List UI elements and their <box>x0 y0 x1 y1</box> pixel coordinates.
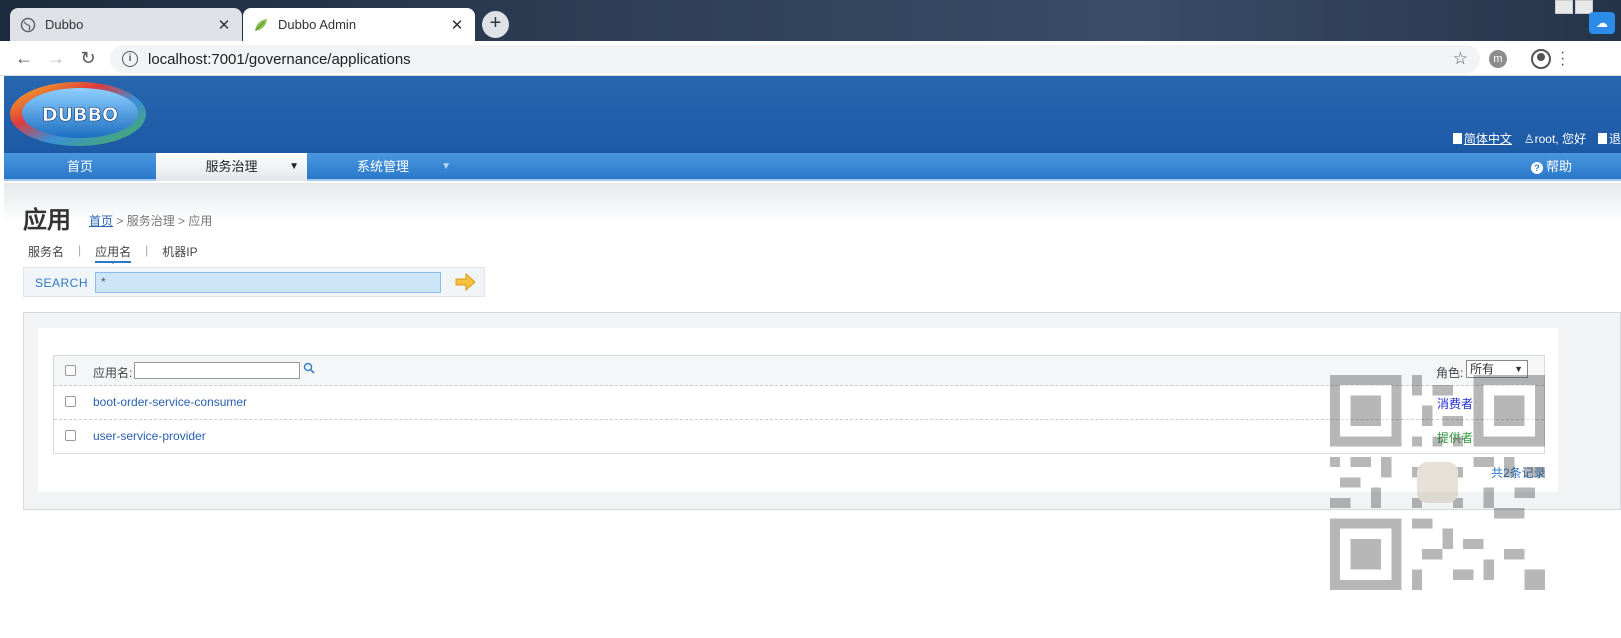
app-link[interactable]: user-service-provider <box>93 429 206 443</box>
browser-tab-dubbo-admin[interactable]: Dubbo Admin ✕ <box>243 8 475 41</box>
app-header: DUBBO 简体中文 ♙root, 您好 退 <box>4 76 1621 153</box>
breadcrumb-rest: > 服务治理 > 应用 <box>113 214 213 228</box>
close-icon[interactable]: ✕ <box>449 16 465 34</box>
table-row: user-service-provider 提供者 <box>54 420 1544 454</box>
nav-system[interactable]: 系统管理 ▼ <box>307 153 459 181</box>
nav-home[interactable]: 首页 <box>4 153 156 181</box>
search-icon[interactable] <box>303 362 315 374</box>
language-link[interactable]: 简体中文 <box>1452 130 1512 147</box>
search-bar: SEARCH * <box>23 267 485 297</box>
help-icon: ? <box>1531 162 1543 174</box>
breadcrumb: 首页 > 服务治理 > 应用 <box>89 212 212 229</box>
tab-app-name[interactable]: 应用名 <box>95 243 132 264</box>
extension-icon[interactable]: m <box>1489 50 1507 68</box>
chevron-down-icon: ▼ <box>289 161 299 172</box>
nav-help[interactable]: ? 帮助 <box>1531 153 1621 181</box>
nav-governance[interactable]: 服务治理 ▼ <box>156 153 307 181</box>
globe-icon <box>20 17 36 33</box>
document-icon <box>1452 133 1462 144</box>
header-links: 简体中文 ♙root, 您好 退 <box>1452 130 1621 147</box>
logout-link[interactable]: 退 <box>1597 130 1621 147</box>
select-all-checkbox[interactable] <box>65 365 76 376</box>
browser-tabstrip: Dubbo ✕ Dubbo Admin ✕ + ☁ <box>0 0 1621 41</box>
user-icon: ♙ <box>1523 132 1535 146</box>
app-name-filter-input[interactable] <box>134 362 300 379</box>
tab-service-name[interactable]: 服务名 <box>28 243 64 263</box>
forward-icon[interactable]: → <box>44 47 68 71</box>
window-controls[interactable] <box>1555 0 1593 14</box>
logout-icon <box>1597 133 1607 144</box>
leaf-icon <box>253 17 269 33</box>
address-bar[interactable]: i localhost:7001/governance/applications… <box>110 45 1480 73</box>
menu-icon[interactable]: · · · <box>1560 45 1566 73</box>
search-input[interactable]: * <box>95 272 441 293</box>
chevron-down-icon: ▼ <box>441 161 451 172</box>
svg-text:DUBBO: DUBBO <box>42 104 118 126</box>
search-type-tabs: 服务名 | 应用名 | 机器IP <box>28 243 198 264</box>
url-text[interactable]: localhost:7001/governance/applications <box>148 51 1453 68</box>
qr-code-overlay <box>1330 375 1545 590</box>
back-icon[interactable]: ← <box>12 47 36 71</box>
tab-title: Dubbo <box>45 17 84 32</box>
row-checkbox[interactable] <box>65 396 76 407</box>
filter-label: 应用名: <box>93 366 133 380</box>
breadcrumb-home[interactable]: 首页 <box>89 214 113 228</box>
arrow-right-icon[interactable] <box>454 272 476 292</box>
browser-tab-dubbo[interactable]: Dubbo ✕ <box>10 8 242 41</box>
main-nav: 首页 服务治理 ▼ 系统管理 ▼ ? 帮助 <box>4 153 1621 181</box>
row-checkbox[interactable] <box>65 430 76 441</box>
reload-icon[interactable]: ↻ <box>76 47 100 71</box>
baidu-netdisk-icon[interactable]: ☁ <box>1589 12 1615 34</box>
table-row: boot-order-service-consumer 消费者 <box>54 386 1544 420</box>
tab-title: Dubbo Admin <box>278 17 357 32</box>
search-label: SEARCH <box>35 276 89 290</box>
close-icon[interactable]: ✕ <box>216 16 232 34</box>
star-icon[interactable]: ☆ <box>1453 49 1468 69</box>
browser-toolbar: ← → ↻ i localhost:7001/governance/applic… <box>0 41 1621 76</box>
info-icon[interactable]: i <box>122 51 138 67</box>
new-tab-button[interactable]: + <box>482 11 509 38</box>
applications-table: 应用名: 角色: 所有 ▼ boot-order-service-consume… <box>53 355 1545 454</box>
dubbo-logo: DUBBO <box>10 82 146 146</box>
profile-icon[interactable] <box>1531 49 1551 69</box>
table-header: 应用名: 角色: 所有 ▼ <box>54 356 1544 386</box>
page-title: 应用 <box>23 207 71 234</box>
user-greeting: ♙root, 您好 <box>1523 132 1586 146</box>
content-band <box>4 183 1621 223</box>
tab-machine-ip[interactable]: 机器IP <box>162 243 197 263</box>
app-link[interactable]: boot-order-service-consumer <box>93 395 247 409</box>
